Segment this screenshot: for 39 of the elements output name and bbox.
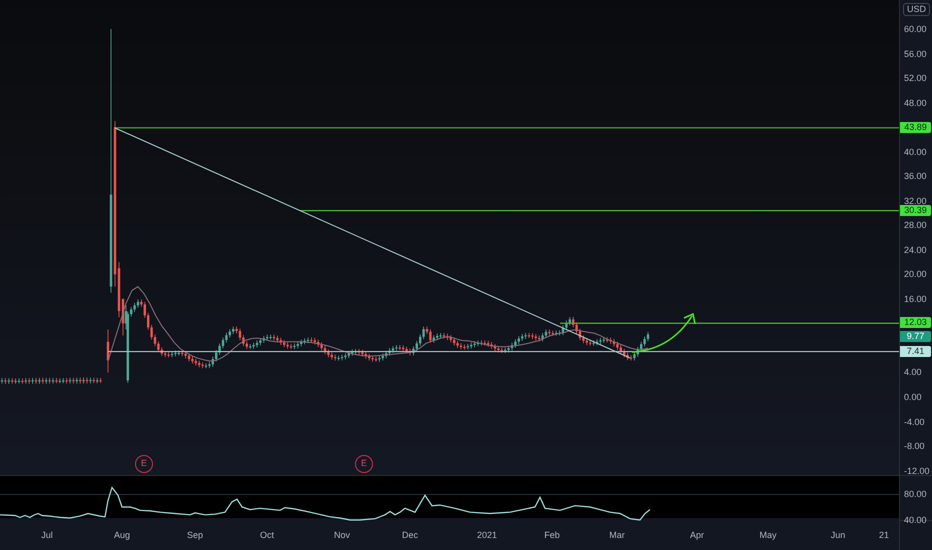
axis-tick-label: 60.00 [904, 24, 927, 34]
time-axis-label: Jun [830, 530, 846, 540]
time-axis-label: Jul [41, 530, 53, 540]
axis-tick-label: -12.00 [904, 466, 930, 476]
earnings-marker[interactable]: E [135, 455, 153, 473]
axis-tick-label: 36.00 [904, 171, 927, 182]
axis-tick-label: -8.00 [904, 441, 925, 452]
time-axis-label: May [760, 530, 776, 540]
axis-tick-label: 32.00 [904, 196, 927, 206]
time-axis-label: Sep [187, 530, 203, 540]
time-axis-label: Oct [260, 530, 274, 540]
axis-tick-label: 20.00 [904, 269, 927, 280]
price-label: 30.39 [900, 204, 931, 216]
price-label: 7.41 [900, 346, 931, 357]
axis-tick-label: 80.00 [904, 489, 927, 499]
currency-label[interactable]: USD [902, 3, 930, 16]
axis-tick-label: 40.00 [904, 146, 927, 157]
price-label: 43.89 [900, 122, 931, 133]
axis-tick-label: 40.00 [904, 515, 927, 525]
axis-tick-label: 48.00 [904, 98, 927, 108]
earnings-marker[interactable]: E [355, 455, 373, 473]
price-label: 9.77 [900, 331, 931, 342]
axis-tick-label: 16.00 [904, 294, 927, 304]
axis-tick-label: 24.00 [904, 244, 927, 255]
axis-tick-label: 28.00 [904, 220, 927, 230]
time-axis-label: Nov [334, 530, 350, 540]
time-axis-label: Dec [402, 530, 418, 540]
time-axis-label: Apr [690, 530, 704, 540]
axis-tick-label: 52.00 [904, 73, 927, 84]
time-axis-label: Feb [544, 530, 560, 540]
price-label: 12.03 [900, 317, 931, 328]
axis-tick-label: -4.00 [904, 416, 925, 427]
time-axis-label: Mar [609, 530, 625, 540]
time-axis-label: 21 [879, 530, 889, 540]
axis-tick-label: 0.00 [904, 392, 922, 402]
axis-tick-label: 56.00 [904, 48, 927, 59]
time-axis-label: Aug [114, 530, 130, 540]
time-axis-label: 2021 [476, 530, 498, 540]
axis-tick-label: 4.00 [904, 367, 922, 378]
